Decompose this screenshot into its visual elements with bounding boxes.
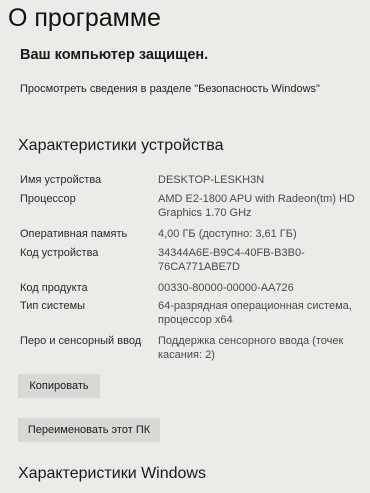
spec-label: Имя устройства <box>20 174 102 186</box>
spec-label: Код устройства <box>20 247 99 259</box>
protection-status: Ваш компьютер защищен. <box>20 47 209 63</box>
copy-button[interactable]: Копировать <box>18 374 100 398</box>
spec-label: Оперативная память <box>20 228 128 240</box>
spec-label: Процессор <box>20 193 76 205</box>
device-specs-header: Характеристики устройства <box>18 137 224 154</box>
spec-value: DESKTOP-LESKH3N <box>158 174 265 186</box>
about-page: О программе Ваш компьютер защищен. Просм… <box>0 0 370 493</box>
spec-value: 34344A6E-B9C4-40FB-B3B0-76CA771ABE7D <box>158 247 305 273</box>
spec-value: 4,00 ГБ (доступно: 3,61 ГБ) <box>158 228 297 240</box>
spec-value: Поддержка сенсорного ввода (точек касани… <box>158 335 344 361</box>
page-title: О программе <box>8 4 161 32</box>
spec-label: Код продукта <box>20 282 88 294</box>
spec-label: Перо и сенсорный ввод <box>20 335 142 347</box>
spec-value: AMD E2-1800 APU with Radeon(tm) HD Graph… <box>158 193 355 219</box>
windows-specs-header: Характеристики Windows <box>18 465 206 482</box>
windows-security-link[interactable]: Просмотреть сведения в разделе "Безопасн… <box>20 82 320 97</box>
rename-pc-button[interactable]: Переименовать этот ПК <box>18 418 160 442</box>
spec-value: 64-разрядная операционная система, проце… <box>158 300 352 326</box>
spec-value: 00330-80000-00000-AA726 <box>158 282 294 294</box>
spec-label: Тип системы <box>20 300 86 312</box>
